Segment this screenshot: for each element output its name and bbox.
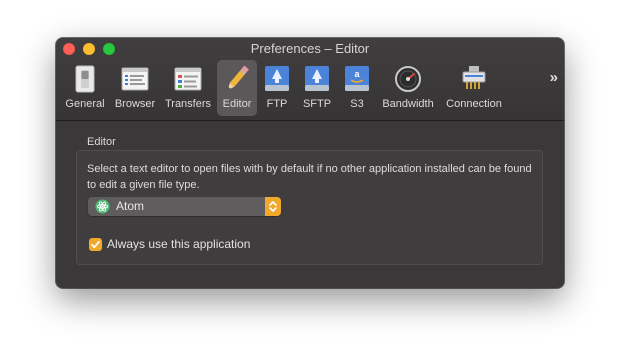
- toolbar-label: General: [65, 98, 105, 110]
- editor-popup-value: Atom: [116, 199, 145, 213]
- toolbar-item-browser[interactable]: Browser: [112, 60, 158, 116]
- toolbar-label: Editor: [222, 98, 252, 110]
- toolbar-label: S3: [350, 98, 364, 110]
- toolbar-item-bandwidth[interactable]: Bandwidth: [378, 60, 438, 116]
- sftp-drive-icon: [305, 66, 329, 91]
- toolbar-item-ftp[interactable]: FTP: [260, 60, 294, 116]
- always-use-label[interactable]: Always use this application: [107, 237, 250, 251]
- network-connector-icon: [462, 66, 486, 89]
- switch-icon: [75, 65, 95, 93]
- toolbar-overflow-button[interactable]: »: [550, 69, 558, 86]
- toolbar-item-editor[interactable]: Editor: [217, 60, 257, 116]
- toolbar-item-connection[interactable]: Connection: [442, 60, 506, 116]
- toolbar-item-sftp[interactable]: SFTP: [298, 60, 336, 116]
- pencil-icon: [228, 65, 249, 90]
- browser-window-icon: [121, 67, 149, 91]
- toolbar-item-s3[interactable]: a S3: [340, 60, 374, 116]
- toolbar-label: Browser: [114, 98, 156, 110]
- toolbar-label: SFTP: [302, 98, 332, 110]
- always-use-checkbox[interactable]: [89, 238, 102, 251]
- atom-app-icon: [95, 199, 110, 214]
- checkmark-icon: [91, 240, 100, 249]
- transfers-list-icon: [174, 67, 202, 91]
- toolbar-label: FTP: [266, 98, 288, 110]
- preferences-window: Preferences – Editor General Browser Tra…: [56, 38, 564, 288]
- window-title: Preferences – Editor: [250, 41, 370, 56]
- toolbar-item-general[interactable]: General: [62, 60, 108, 116]
- ftp-drive-icon: [265, 66, 289, 91]
- chevron-up-down-icon: [265, 197, 281, 216]
- toolbar-label: Connection: [446, 98, 502, 110]
- titlebar: Preferences – Editor General Browser Tra…: [56, 38, 564, 121]
- gauge-icon: [395, 66, 421, 92]
- toolbar-label: Bandwidth: [382, 98, 434, 110]
- editor-description: Select a text editor to open files with …: [87, 163, 532, 191]
- editor-popup-button[interactable]: Atom: [88, 197, 281, 216]
- editor-settings-box: Select a text editor to open files with …: [76, 150, 543, 265]
- s3-drive-icon: a: [345, 66, 369, 91]
- editor-group-label: Editor: [87, 136, 116, 148]
- toolbar-label: Transfers: [164, 98, 212, 110]
- toolbar-item-transfers[interactable]: Transfers: [162, 60, 214, 116]
